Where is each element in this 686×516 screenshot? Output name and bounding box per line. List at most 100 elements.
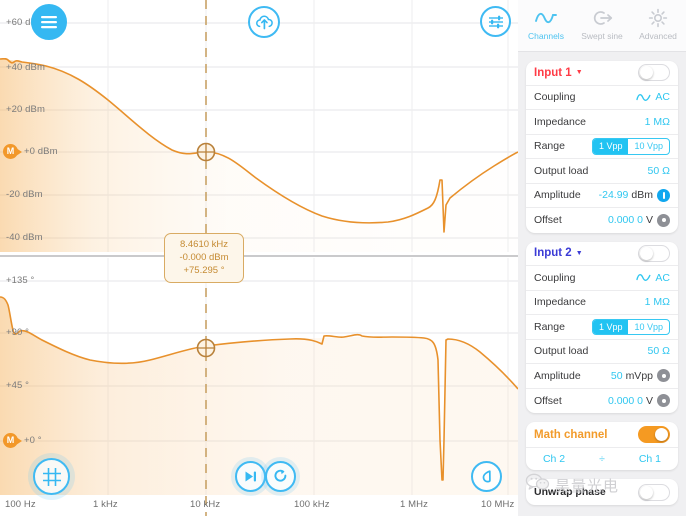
math-channel-title: Math channel bbox=[534, 428, 608, 441]
input2-amplitude-stepper-button[interactable] bbox=[657, 369, 670, 383]
y-tick-mag-4: -20 dBm bbox=[6, 189, 43, 200]
input1-range-option-10vpp[interactable]: 10 Vpp bbox=[628, 139, 669, 154]
input1-output-load-row[interactable]: Output load 50 Ω bbox=[526, 159, 678, 184]
input2-impedance-row[interactable]: Impedance 1 MΩ bbox=[526, 291, 678, 315]
unwrap-phase-row[interactable]: Unwrap phase bbox=[526, 479, 678, 505]
settings-sliders-button[interactable] bbox=[480, 6, 511, 37]
chevron-down-icon[interactable]: ▼ bbox=[576, 250, 583, 257]
input1-amplitude-value[interactable]: -24.99 bbox=[599, 189, 629, 201]
grid-button[interactable] bbox=[33, 458, 70, 495]
input2-coupling-row[interactable]: Coupling AC bbox=[526, 266, 678, 291]
tab-channels[interactable]: Channels bbox=[519, 5, 573, 41]
sidebar: Channels Swept sine Advanced Input 1 ▼ C… bbox=[518, 0, 686, 516]
grid-icon bbox=[42, 467, 61, 486]
menu-button[interactable] bbox=[31, 4, 67, 40]
cloud-upload-icon bbox=[255, 15, 273, 29]
chevron-down-icon[interactable]: ▼ bbox=[576, 69, 583, 76]
step-forward-icon bbox=[245, 471, 256, 482]
input1-offset-row[interactable]: Offset 0.000 0 V bbox=[526, 208, 678, 233]
y-tick-ph-2: +45 ° bbox=[6, 380, 30, 391]
math-channel-card: Math channel Ch 2 ÷ Ch 1 bbox=[526, 422, 678, 470]
input1-header[interactable]: Input 1 ▼ bbox=[526, 61, 678, 86]
math-operator[interactable]: ÷ bbox=[599, 453, 605, 465]
input2-output-load-value: 50 Ω bbox=[647, 345, 670, 358]
phase-marker-chip[interactable]: M bbox=[3, 433, 22, 448]
gear-icon bbox=[631, 5, 685, 30]
magnitude-marker-chip[interactable]: M bbox=[3, 144, 22, 159]
menu-icon bbox=[41, 16, 57, 29]
cursor-readout-bubble[interactable]: 8.4610 kHz -0.000 dBm +75.295 ° bbox=[164, 233, 244, 283]
plot-area[interactable]: +60 dBm +40 dBm +20 dBm +0 dBm -20 dBm -… bbox=[0, 0, 518, 516]
input1-offset-label: Offset bbox=[534, 214, 562, 227]
input2-range-option-1vpp[interactable]: 1 Vpp bbox=[592, 319, 629, 334]
input1-amplitude-stepper-button[interactable] bbox=[657, 188, 670, 202]
input1-coupling-label: Coupling bbox=[534, 91, 576, 104]
input2-header[interactable]: Input 2 ▼ bbox=[526, 242, 678, 266]
cursor-phase: +75.295 ° bbox=[183, 265, 225, 276]
math-channel-operation[interactable]: Ch 2 ÷ Ch 1 bbox=[526, 448, 678, 470]
swept-sine-arrow-icon bbox=[575, 5, 629, 30]
input1-range-option-1vpp[interactable]: 1 Vpp bbox=[592, 139, 629, 154]
input2-amplitude-row[interactable]: Amplitude 50 mVpp bbox=[526, 364, 678, 389]
input1-range-label: Range bbox=[534, 140, 565, 153]
math-channel-toggle[interactable] bbox=[638, 426, 670, 443]
input2-coupling-label: Coupling bbox=[534, 271, 576, 284]
tab-swept-sine-label: Swept sine bbox=[581, 31, 623, 41]
loop-button[interactable] bbox=[265, 461, 296, 492]
sliders-icon bbox=[488, 15, 503, 28]
input1-output-load-value: 50 Ω bbox=[647, 164, 670, 177]
loop-icon bbox=[273, 469, 286, 482]
input1-card: Input 1 ▼ Coupling AC Impedance 1 MΩ Ran… bbox=[526, 61, 678, 233]
input1-offset-value[interactable]: 0.000 0 bbox=[608, 214, 643, 226]
input2-range-option-10vpp[interactable]: 10 Vpp bbox=[628, 320, 669, 335]
magnitude-cursor-marker[interactable] bbox=[196, 142, 216, 162]
tabbar: Channels Swept sine Advanced bbox=[518, 0, 686, 52]
sine-wave-icon bbox=[519, 5, 573, 30]
input2-offset-stepper-button[interactable] bbox=[657, 394, 670, 408]
input2-range-label: Range bbox=[534, 320, 565, 333]
x-tick-4: 1 MHz bbox=[400, 499, 428, 510]
unwrap-phase-toggle[interactable] bbox=[638, 483, 670, 501]
input1-impedance-row[interactable]: Impedance 1 MΩ bbox=[526, 110, 678, 135]
input1-toggle[interactable] bbox=[638, 64, 670, 82]
tab-advanced[interactable]: Advanced bbox=[631, 5, 685, 41]
input1-amplitude-label: Amplitude bbox=[534, 189, 581, 202]
phase-cursor-marker[interactable] bbox=[196, 338, 216, 358]
input1-amplitude-row[interactable]: Amplitude -24.99 dBm bbox=[526, 184, 678, 208]
input2-coupling-value: AC bbox=[655, 271, 670, 284]
input1-range-segmented[interactable]: 1 Vpp 10 Vpp bbox=[591, 138, 670, 155]
input1-impedance-label: Impedance bbox=[534, 115, 586, 128]
input2-offset-row[interactable]: Offset 0.000 0 V bbox=[526, 389, 678, 414]
cursor-magnitude: -0.000 dBm bbox=[179, 252, 229, 263]
bode-plot-svg bbox=[0, 0, 518, 516]
tab-swept-sine[interactable]: Swept sine bbox=[575, 5, 629, 41]
input1-coupling-value: AC bbox=[655, 91, 670, 104]
input2-amplitude-value[interactable]: 50 bbox=[611, 370, 623, 382]
input1-impedance-value: 1 MΩ bbox=[644, 115, 670, 128]
upload-button[interactable] bbox=[248, 6, 280, 38]
input1-amplitude-unit: dBm bbox=[631, 189, 653, 202]
input1-range-row[interactable]: Range 1 Vpp 10 Vpp bbox=[526, 135, 678, 159]
cursor-frequency: 8.4610 kHz bbox=[179, 239, 229, 250]
input2-toggle[interactable] bbox=[638, 244, 670, 262]
math-operand-b[interactable]: Ch 1 bbox=[639, 453, 661, 465]
input2-output-load-row[interactable]: Output load 50 Ω bbox=[526, 340, 678, 364]
y-tick-mag-1: +40 dBm bbox=[6, 62, 45, 73]
math-operand-a[interactable]: Ch 2 bbox=[543, 453, 565, 465]
swept-sine-icon bbox=[482, 469, 491, 482]
input1-title: Input 1 bbox=[534, 66, 572, 79]
input2-range-row[interactable]: Range 1 Vpp 10 Vpp bbox=[526, 315, 678, 340]
y-tick-mag-2: +20 dBm bbox=[6, 104, 45, 115]
input2-offset-value[interactable]: 0.000 0 bbox=[608, 395, 643, 407]
math-channel-header[interactable]: Math channel bbox=[526, 422, 678, 448]
input2-impedance-label: Impedance bbox=[534, 296, 586, 309]
input1-offset-stepper-button[interactable] bbox=[657, 213, 670, 227]
unwrap-phase-card: Unwrap phase bbox=[526, 479, 678, 505]
input2-amplitude-label: Amplitude bbox=[534, 369, 581, 382]
ac-wave-icon bbox=[636, 273, 651, 282]
input1-coupling-row[interactable]: Coupling AC bbox=[526, 86, 678, 110]
input2-amplitude-unit: mVpp bbox=[625, 369, 653, 382]
input2-range-segmented[interactable]: 1 Vpp 10 Vpp bbox=[591, 318, 670, 335]
swept-sine-button[interactable] bbox=[471, 461, 502, 492]
input2-output-load-label: Output load bbox=[534, 345, 589, 358]
